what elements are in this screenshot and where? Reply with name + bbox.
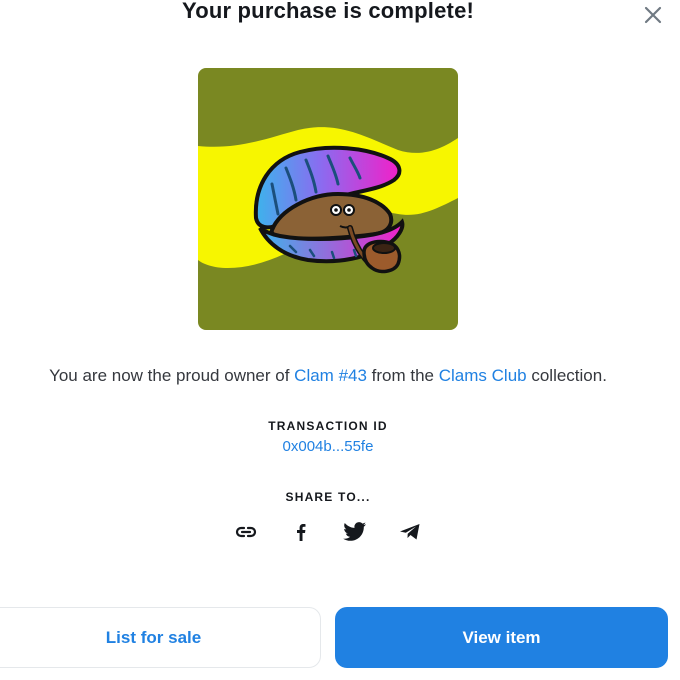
transaction-id-label: TRANSACTION ID [268, 419, 388, 433]
collection-link[interactable]: Clams Club [439, 366, 527, 385]
share-twitter-button[interactable] [337, 518, 373, 546]
share-label: SHARE TO... [285, 490, 371, 504]
twitter-icon [343, 522, 367, 541]
nft-image [198, 68, 458, 330]
item-link[interactable]: Clam #43 [294, 366, 367, 385]
list-for-sale-button[interactable]: List for sale [0, 607, 321, 668]
modal-title: Your purchase is complete! [181, 0, 475, 23]
ownership-message: You are now the proud owner of Clam #43 … [0, 366, 656, 386]
link-icon [235, 526, 257, 538]
ownership-suffix: collection. [526, 366, 607, 385]
share-facebook-button[interactable] [283, 518, 319, 546]
close-button[interactable] [642, 4, 664, 26]
ownership-prefix: You are now the proud owner of [49, 366, 295, 385]
purchase-complete-modal: Your purchase is complete! You are now t… [0, 0, 680, 680]
facebook-icon [296, 524, 306, 541]
share-copy-link-button[interactable] [228, 518, 264, 546]
telegram-icon [399, 524, 420, 540]
clam-nft-artwork [198, 68, 458, 330]
transaction-id-link[interactable]: 0x004b...55fe [0, 438, 656, 455]
share-options [228, 518, 428, 546]
view-item-button[interactable]: View item [335, 607, 668, 668]
close-icon [644, 6, 662, 24]
share-telegram-button[interactable] [392, 518, 428, 546]
ownership-middle: from the [366, 366, 439, 385]
